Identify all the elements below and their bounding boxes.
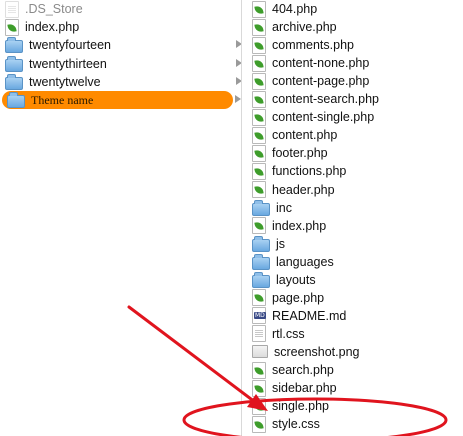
markdown-file-icon (252, 307, 266, 325)
parent-item-twentythirteen[interactable]: twentythirteen (0, 55, 245, 73)
folder-icon (252, 199, 270, 216)
file-item-functions-php[interactable]: functions.php (245, 162, 463, 180)
php-file-icon (252, 181, 266, 198)
file-item-content-single-php[interactable]: content-single.php (245, 108, 463, 126)
item-label: header.php (272, 182, 335, 197)
php-file-icon (252, 162, 266, 180)
file-item-footer-php[interactable]: footer.php (245, 144, 463, 162)
php-file-icon (252, 108, 266, 126)
file-item-layouts[interactable]: layouts (245, 271, 463, 289)
item-label: languages (276, 254, 334, 269)
file-item-languages[interactable]: languages (245, 253, 463, 271)
php-file-icon (252, 217, 266, 235)
item-label: sidebar.php (272, 381, 337, 396)
item-label: archive.php (272, 20, 337, 35)
file-item-rtl-css[interactable]: rtl.css (245, 325, 463, 343)
php-file-icon (252, 54, 266, 72)
file-item-single-php[interactable]: single.php (245, 397, 463, 415)
folder-icon (252, 271, 270, 288)
file-item-index-php[interactable]: index.php (245, 217, 463, 235)
file-item-screenshot-png[interactable]: screenshot.png (245, 343, 463, 361)
item-label: index.php (272, 218, 327, 233)
file-item-readme-md[interactable]: README.md (245, 307, 463, 325)
item-label: comments.php (272, 38, 354, 53)
item-label: screenshot.png (274, 344, 360, 359)
finder-column-parent: .DS_Store index.php twentyfourteen twentyth… (0, 0, 242, 436)
parent-item-twentytwelve[interactable]: twentytwelve (0, 73, 245, 91)
item-label: functions.php (272, 164, 347, 179)
file-item-page-php[interactable]: page.php (245, 289, 463, 307)
php-file-icon (252, 397, 266, 415)
file-item-style-css[interactable]: style.css (245, 415, 463, 433)
item-label: layouts (276, 272, 316, 287)
image-file-icon (252, 345, 268, 359)
item-label: .DS_Store (25, 2, 83, 16)
php-file-icon (252, 126, 266, 144)
text-file-icon (252, 325, 266, 343)
php-file-icon (252, 144, 266, 162)
php-file-icon (252, 289, 266, 307)
item-label: content-single.php (272, 110, 375, 125)
php-file-icon (5, 18, 19, 36)
folder-icon (5, 55, 23, 72)
item-label: README.md (272, 308, 347, 323)
file-item-content-search-php[interactable]: content-search.php (245, 90, 463, 108)
css-file-icon (252, 415, 266, 433)
item-label: rtl.css (272, 326, 305, 341)
php-file-icon (252, 90, 266, 108)
php-file-icon (252, 36, 266, 54)
file-item-content-page-php[interactable]: content-page.php (245, 72, 463, 90)
php-file-icon (252, 0, 266, 18)
folder-icon (5, 37, 23, 54)
file-item-404-php[interactable]: 404.php (245, 0, 463, 18)
item-label: inc (276, 200, 292, 215)
file-item-content-php[interactable]: content.php (245, 126, 463, 144)
parent-item-twentyfourteen[interactable]: twentyfourteen (0, 36, 245, 54)
folder-icon (252, 235, 270, 252)
php-file-icon (252, 361, 266, 379)
parent-item-theme-name[interactable]: Theme name (2, 91, 241, 109)
item-label: Theme name (31, 92, 94, 107)
item-label: style.css (272, 417, 320, 432)
parent-item-index-php[interactable]: index.php (0, 18, 245, 36)
item-label: page.php (272, 290, 325, 305)
parent-item-ds-store[interactable]: .DS_Store (0, 0, 245, 18)
file-item-search-php[interactable]: search.php (245, 361, 463, 379)
file-item-archive-php[interactable]: archive.php (245, 18, 463, 36)
php-file-icon (252, 72, 266, 90)
item-label: search.php (272, 363, 334, 377)
item-label: twentytwelve (29, 74, 101, 89)
item-label: twentythirteen (29, 56, 107, 71)
item-label: content.php (272, 128, 338, 143)
item-label: 404.php (272, 2, 318, 16)
file-item-inc[interactable]: inc (245, 199, 463, 217)
folder-icon (7, 92, 25, 108)
file-icon (5, 0, 19, 18)
file-item-content-none-php[interactable]: content-none.php (245, 54, 463, 72)
file-item-sidebar-php[interactable]: sidebar.php (245, 379, 463, 397)
php-file-icon (252, 379, 266, 397)
item-label: content-none.php (272, 56, 370, 71)
item-label: twentyfourteen (29, 38, 111, 53)
file-item-js[interactable]: js (245, 235, 463, 253)
file-item-comments-php[interactable]: comments.php (245, 36, 463, 54)
item-label: js (276, 236, 286, 251)
item-label: content-search.php (272, 92, 380, 107)
item-label: content-page.php (272, 74, 370, 89)
column-divider[interactable] (241, 0, 242, 436)
php-file-icon (252, 18, 266, 36)
item-label: index.php (25, 20, 80, 35)
file-item-header-php[interactable]: header.php (245, 181, 463, 199)
item-label: footer.php (272, 146, 328, 161)
finder-column-theme-contents: 404.php archive.php comments.php content-no… (245, 0, 463, 436)
item-label: single.php (272, 399, 329, 414)
folder-icon (252, 253, 270, 270)
folder-icon (5, 73, 23, 90)
